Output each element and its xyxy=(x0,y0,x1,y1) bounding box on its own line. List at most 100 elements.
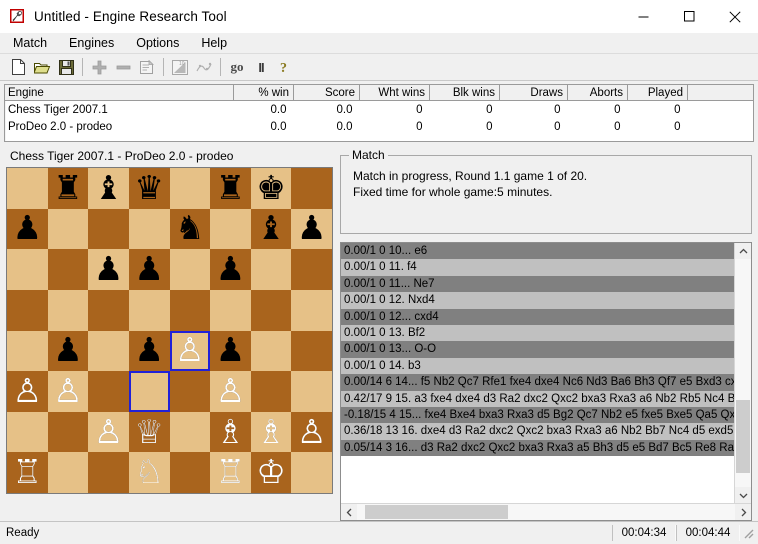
vertical-scroll-track[interactable] xyxy=(735,259,751,487)
properties-icon[interactable] xyxy=(135,56,159,78)
white-king-piece[interactable]: ♔ xyxy=(256,455,286,488)
go-button[interactable]: go xyxy=(225,56,249,78)
column-header-pct-win[interactable]: % win xyxy=(233,85,294,101)
board-square[interactable]: ♗ xyxy=(250,411,292,453)
pause-icon[interactable]: II xyxy=(249,56,273,78)
black-king-piece[interactable]: ♚ xyxy=(256,171,286,204)
engine-results-table[interactable]: Engine % win Score Wht wins Blk wins Dra… xyxy=(4,84,754,142)
board-square[interactable] xyxy=(291,371,332,412)
menu-item-match[interactable]: Match xyxy=(8,34,58,53)
white-pawn-piece[interactable]: ♙ xyxy=(175,333,205,366)
board-square[interactable] xyxy=(7,168,48,209)
move-list[interactable]: 0.00/1 0 10... e6 0.00/1 0 11. f4 0.00/1 0… xyxy=(341,243,734,503)
black-queen-piece[interactable]: ♛ xyxy=(134,171,164,204)
board-square[interactable] xyxy=(47,452,89,493)
move-list-row[interactable]: -0.18/15 4 15... fxe4 Bxe4 bxa3 Rxa3 d5 … xyxy=(341,406,734,424)
board-square[interactable]: ♙ xyxy=(169,330,211,372)
board-square[interactable]: ♞ xyxy=(169,208,211,250)
chess-board[interactable]: ♜ ♝ ♛ ♜ ♚ ♟ ♞ ♝ ♟ ♟ ♟ ♟ ♟ ♟ ♙ ♟ ♙ ♙ ♙ ♙ ♕ ♗ ♗ ♙ ♖ ♘ ♖ ♔ xyxy=(6,167,333,494)
resize-grip[interactable] xyxy=(740,525,756,541)
black-rook-piece[interactable]: ♜ xyxy=(53,171,83,204)
scroll-left-icon[interactable] xyxy=(341,504,357,520)
board-square[interactable]: ♙ xyxy=(7,371,48,412)
board-square[interactable]: ♛ xyxy=(128,168,170,209)
move-list-row[interactable]: 0.00/1 0 14. b3 xyxy=(341,357,734,375)
white-pawn-piece[interactable]: ♙ xyxy=(297,415,327,448)
board-square[interactable] xyxy=(7,249,48,290)
move-list-row[interactable]: 0.00/1 0 12... cxd4 xyxy=(341,308,734,325)
white-pawn-piece[interactable]: ♙ xyxy=(94,415,124,448)
board-square[interactable]: ♙ xyxy=(47,371,89,412)
white-bishop-piece[interactable]: ♗ xyxy=(216,415,246,448)
add-icon[interactable] xyxy=(87,56,111,78)
new-icon[interactable] xyxy=(6,56,30,78)
move-list-row[interactable]: 0.42/17 9 15. a3 fxe4 dxe4 d3 Ra2 dxc2 Q… xyxy=(341,390,734,407)
column-header-engine[interactable]: Engine xyxy=(5,85,234,101)
board-square[interactable]: ♖ xyxy=(210,452,251,493)
black-pawn-piece[interactable]: ♟ xyxy=(297,211,327,244)
save-icon[interactable] xyxy=(54,56,78,78)
black-rook-piece[interactable]: ♜ xyxy=(216,171,246,204)
board-square[interactable] xyxy=(128,208,170,250)
board-square[interactable]: ♟ xyxy=(128,330,170,372)
move-list-vertical-scrollbar[interactable] xyxy=(734,243,751,503)
board-square[interactable] xyxy=(250,371,292,412)
board-square[interactable] xyxy=(210,208,251,250)
board-square[interactable] xyxy=(169,249,211,290)
board-square[interactable]: ♟ xyxy=(47,330,89,372)
horizontal-scroll-track[interactable] xyxy=(357,504,735,520)
white-queen-piece[interactable]: ♕ xyxy=(134,415,164,448)
white-pawn-piece[interactable]: ♙ xyxy=(216,374,246,407)
white-rook-piece[interactable]: ♖ xyxy=(13,455,43,488)
board-square[interactable] xyxy=(88,330,129,372)
board-square[interactable] xyxy=(291,330,332,372)
board-square[interactable] xyxy=(169,452,211,493)
table-row[interactable]: ProDeo 2.0 - prodeo 0.0 0.0 0 0 0 0 0 xyxy=(5,118,753,135)
board-square[interactable]: ♟ xyxy=(7,208,48,250)
move-list-row[interactable]: 0.05/14 3 16... d3 Ra2 dxc2 Qxc2 bxa3 Rx… xyxy=(341,439,734,457)
board-square[interactable]: ♗ xyxy=(210,411,251,453)
board-square[interactable]: ♙ xyxy=(88,411,129,453)
board-square[interactable] xyxy=(88,289,129,331)
scatter-icon[interactable] xyxy=(192,56,216,78)
board-square[interactable]: ♝ xyxy=(88,168,129,209)
board-square[interactable]: ♖ xyxy=(7,452,48,493)
board-square[interactable] xyxy=(250,249,292,290)
board-square[interactable] xyxy=(169,411,211,453)
board-square[interactable] xyxy=(250,330,292,372)
board-square[interactable] xyxy=(291,289,332,331)
board-square[interactable] xyxy=(88,452,129,493)
board-square[interactable] xyxy=(88,371,129,412)
move-list-row[interactable]: 0.00/14 6 14... f5 Nb2 Qc7 Rfe1 fxe4 dxe… xyxy=(341,374,734,391)
black-bishop-piece[interactable]: ♝ xyxy=(256,211,286,244)
column-header-blk-wins[interactable]: Blk wins xyxy=(429,85,500,101)
white-knight-piece[interactable]: ♘ xyxy=(134,455,164,488)
white-rook-piece[interactable]: ♖ xyxy=(216,455,246,488)
board-square[interactable] xyxy=(250,289,292,331)
black-pawn-piece[interactable]: ♟ xyxy=(216,333,246,366)
board-square[interactable] xyxy=(169,371,211,412)
white-bishop-piece[interactable]: ♗ xyxy=(256,415,286,448)
maximize-button[interactable] xyxy=(666,0,712,33)
black-knight-piece[interactable]: ♞ xyxy=(175,211,205,244)
board-square[interactable]: ♜ xyxy=(210,168,251,209)
board-square[interactable]: ♜ xyxy=(47,168,89,209)
board-square[interactable] xyxy=(291,452,332,493)
column-header-played[interactable]: Played xyxy=(627,85,688,101)
board-square[interactable]: ♔ xyxy=(250,452,292,493)
board-square[interactable]: ♟ xyxy=(210,330,251,372)
black-pawn-piece[interactable]: ♟ xyxy=(134,333,164,366)
menu-item-options[interactable]: Options xyxy=(131,34,190,53)
menu-item-engines[interactable]: Engines xyxy=(64,34,125,53)
board-square[interactable] xyxy=(7,330,48,372)
scroll-up-icon[interactable] xyxy=(735,243,751,259)
move-list-row[interactable]: 0.00/1 0 11. f4 xyxy=(341,259,734,276)
remove-icon[interactable] xyxy=(111,56,135,78)
help-icon[interactable]: ? xyxy=(273,56,297,78)
board-square[interactable] xyxy=(7,411,48,453)
chart-icon[interactable]: 10 xyxy=(168,56,192,78)
board-square[interactable] xyxy=(128,371,170,412)
column-header-score[interactable]: Score xyxy=(293,85,360,101)
board-square[interactable]: ♙ xyxy=(291,411,332,453)
board-square[interactable]: ♟ xyxy=(291,208,332,250)
